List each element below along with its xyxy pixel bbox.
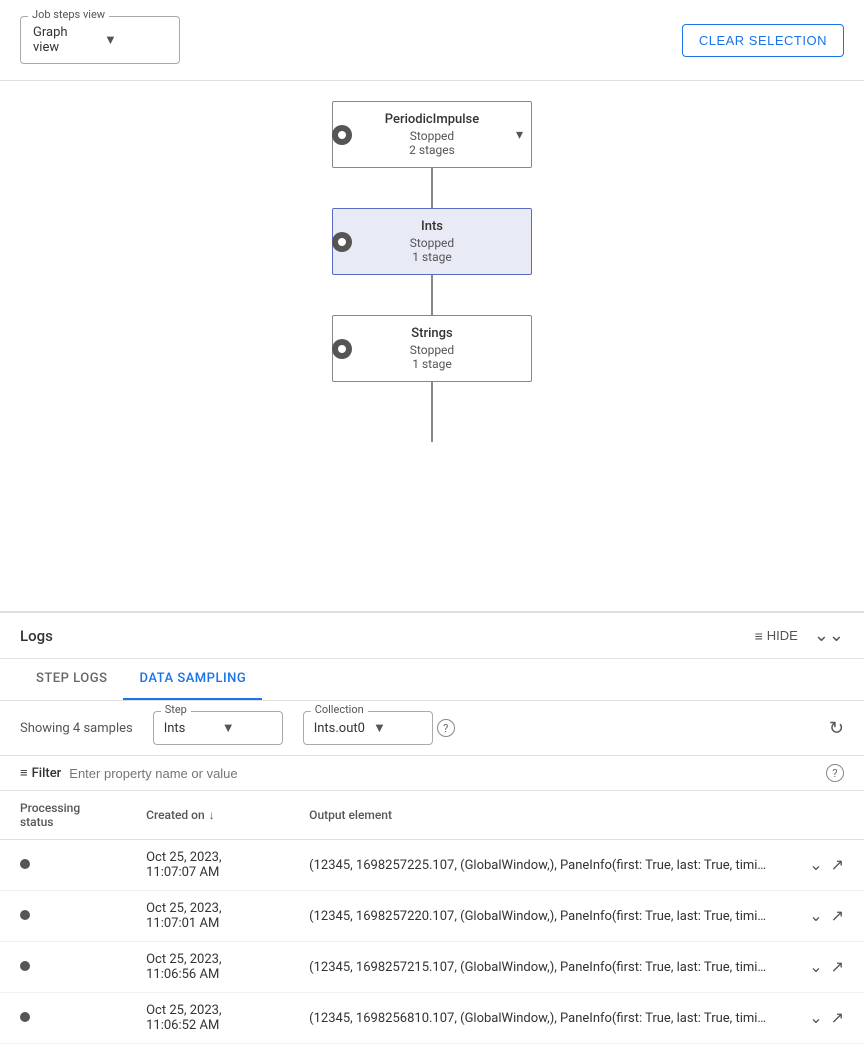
status-dot — [20, 1012, 30, 1022]
logs-header: Logs ≡ HIDE ⌄⌄ — [0, 613, 864, 659]
logs-section: Logs ≡ HIDE ⌄⌄ STEP LOGS DATA SAMPLING S… — [0, 611, 864, 1044]
output-element-cell: (12345, 1698257225.107, (GlobalWindow,),… — [289, 840, 789, 891]
status-dot — [20, 910, 30, 920]
node-ints[interactable]: Ints Stopped 1 stage — [332, 208, 532, 275]
status-cell — [0, 993, 126, 1044]
tab-data-sampling[interactable]: DATA SAMPLING — [123, 659, 262, 700]
node-status-icon — [332, 339, 352, 359]
table-row: Oct 25, 2023, 11:07:01 AM (12345, 169825… — [0, 891, 864, 942]
clear-selection-button[interactable]: CLEAR SELECTION — [682, 24, 844, 57]
showing-samples-text: Showing 4 samples — [20, 721, 133, 736]
filter-bar: ≡ Filter ? — [0, 756, 864, 791]
refresh-button[interactable]: ↻ — [829, 718, 844, 739]
node-strings[interactable]: Strings Stopped 1 stage — [332, 315, 532, 382]
output-element-cell: (12345, 1698257215.107, (GlobalWindow,),… — [289, 942, 789, 993]
graph-nodes: PeriodicImpulse Stopped 2 stages ▾ Ints … — [322, 101, 542, 442]
output-element-cell: (12345, 1698256810.107, (GlobalWindow,),… — [289, 993, 789, 1044]
step-field-label: Step — [161, 703, 191, 716]
output-element-cell: (12345, 1698257220.107, (GlobalWindow,),… — [289, 891, 789, 942]
row-actions-cell: ⌄ ↗ — [789, 891, 864, 942]
node-periodicimpulse[interactable]: PeriodicImpulse Stopped 2 stages ▾ — [332, 101, 532, 168]
row-actions-cell: ⌄ ↗ — [789, 840, 864, 891]
table-row: Oct 25, 2023, 11:06:52 AM (12345, 169825… — [0, 993, 864, 1044]
th-processing-status: Processing status — [0, 791, 126, 840]
row-actions-cell: ⌄ ↗ — [789, 942, 864, 993]
node-status: Stopped — [347, 129, 517, 143]
dropdown-value: Graph view — [33, 25, 96, 55]
created-on-cell: Oct 25, 2023, 11:07:01 AM — [126, 891, 289, 942]
node-stages: 2 stages — [347, 143, 517, 157]
node-status-icon — [332, 232, 352, 252]
table-row: Oct 25, 2023, 11:07:07 AM (12345, 169825… — [0, 840, 864, 891]
collection-value: Ints.out0 — [314, 721, 365, 736]
row-open-button[interactable]: ↗ — [831, 1008, 844, 1028]
filter-icon: ≡ — [20, 765, 28, 781]
toolbar: Job steps view Graph view ▼ CLEAR SELECT… — [0, 0, 864, 81]
node-title: Strings — [347, 326, 517, 341]
hide-label: HIDE — [767, 628, 798, 643]
status-cell — [0, 891, 126, 942]
chevron-down-icon: ▼ — [373, 720, 422, 736]
chevron-down-icon[interactable]: ▾ — [516, 127, 523, 143]
filter-input[interactable] — [69, 766, 818, 781]
row-expand-button[interactable]: ⌄ — [809, 1008, 822, 1028]
filters-row: Showing 4 samples Step Ints ▼ Collection… — [0, 701, 864, 756]
collection-field-label: Collection — [311, 703, 368, 716]
table-row: Oct 25, 2023, 11:06:56 AM (12345, 169825… — [0, 942, 864, 993]
chevron-down-icon: ▼ — [222, 720, 272, 736]
row-open-button[interactable]: ↗ — [831, 906, 844, 926]
created-on-cell: Oct 25, 2023, 11:07:07 AM — [126, 840, 289, 891]
data-table: Processing status Created on ↓ Output el… — [0, 791, 864, 1044]
filter-label-group: ≡ Filter — [20, 765, 61, 781]
filter-label: Filter — [32, 766, 62, 781]
node-title: Ints — [347, 219, 517, 234]
created-on-cell: Oct 25, 2023, 11:06:56 AM — [126, 942, 289, 993]
row-expand-button[interactable]: ⌄ — [809, 906, 822, 926]
node-title: PeriodicImpulse — [347, 112, 517, 127]
filter-help-icon[interactable]: ? — [826, 764, 844, 782]
row-open-button[interactable]: ↗ — [831, 957, 844, 977]
list-icon: ≡ — [755, 628, 763, 644]
row-expand-button[interactable]: ⌄ — [809, 957, 822, 977]
node-connector — [431, 168, 433, 208]
table-body: Oct 25, 2023, 11:07:07 AM (12345, 169825… — [0, 840, 864, 1044]
node-connector — [431, 275, 433, 315]
expand-button[interactable]: ⌄⌄ — [814, 625, 844, 646]
tab-step-logs[interactable]: STEP LOGS — [20, 659, 123, 700]
graph-area: PeriodicImpulse Stopped 2 stages ▾ Ints … — [0, 81, 864, 611]
th-created-on[interactable]: Created on ↓ — [126, 791, 289, 840]
node-status: Stopped — [347, 343, 517, 357]
status-cell — [0, 942, 126, 993]
chevron-down-icon: ▼ — [104, 32, 167, 48]
node-status-icon — [332, 125, 352, 145]
status-dot — [20, 961, 30, 971]
row-actions-cell: ⌄ ↗ — [789, 993, 864, 1044]
table-header-row: Processing status Created on ↓ Output el… — [0, 791, 864, 840]
collection-help-icon[interactable]: ? — [437, 719, 455, 737]
row-expand-button[interactable]: ⌄ — [809, 855, 822, 875]
job-steps-view: Job steps view Graph view ▼ — [20, 16, 180, 64]
hide-button[interactable]: ≡ HIDE — [755, 628, 798, 644]
node-status: Stopped — [347, 236, 517, 250]
logs-title: Logs — [20, 627, 53, 645]
status-dot — [20, 859, 30, 869]
node-stages: 1 stage — [347, 250, 517, 264]
graph-view-dropdown[interactable]: Graph view ▼ — [20, 16, 180, 64]
node-connector — [431, 382, 433, 442]
collection-field-group: Collection Ints.out0 ▼ ? — [303, 711, 455, 745]
th-output-element: Output element — [289, 791, 789, 840]
step-field-group: Step Ints ▼ — [153, 711, 283, 745]
th-actions — [789, 791, 864, 840]
step-value: Ints — [164, 721, 214, 736]
sort-arrow-icon: ↓ — [209, 808, 215, 822]
collection-dropdown[interactable]: Ints.out0 ▼ — [303, 711, 433, 745]
created-on-cell: Oct 25, 2023, 11:06:52 AM — [126, 993, 289, 1044]
tabs-row: STEP LOGS DATA SAMPLING — [0, 659, 864, 701]
row-open-button[interactable]: ↗ — [831, 855, 844, 875]
node-stages: 1 stage — [347, 357, 517, 371]
status-cell — [0, 840, 126, 891]
job-steps-label: Job steps view — [28, 8, 109, 21]
step-dropdown[interactable]: Ints ▼ — [153, 711, 283, 745]
